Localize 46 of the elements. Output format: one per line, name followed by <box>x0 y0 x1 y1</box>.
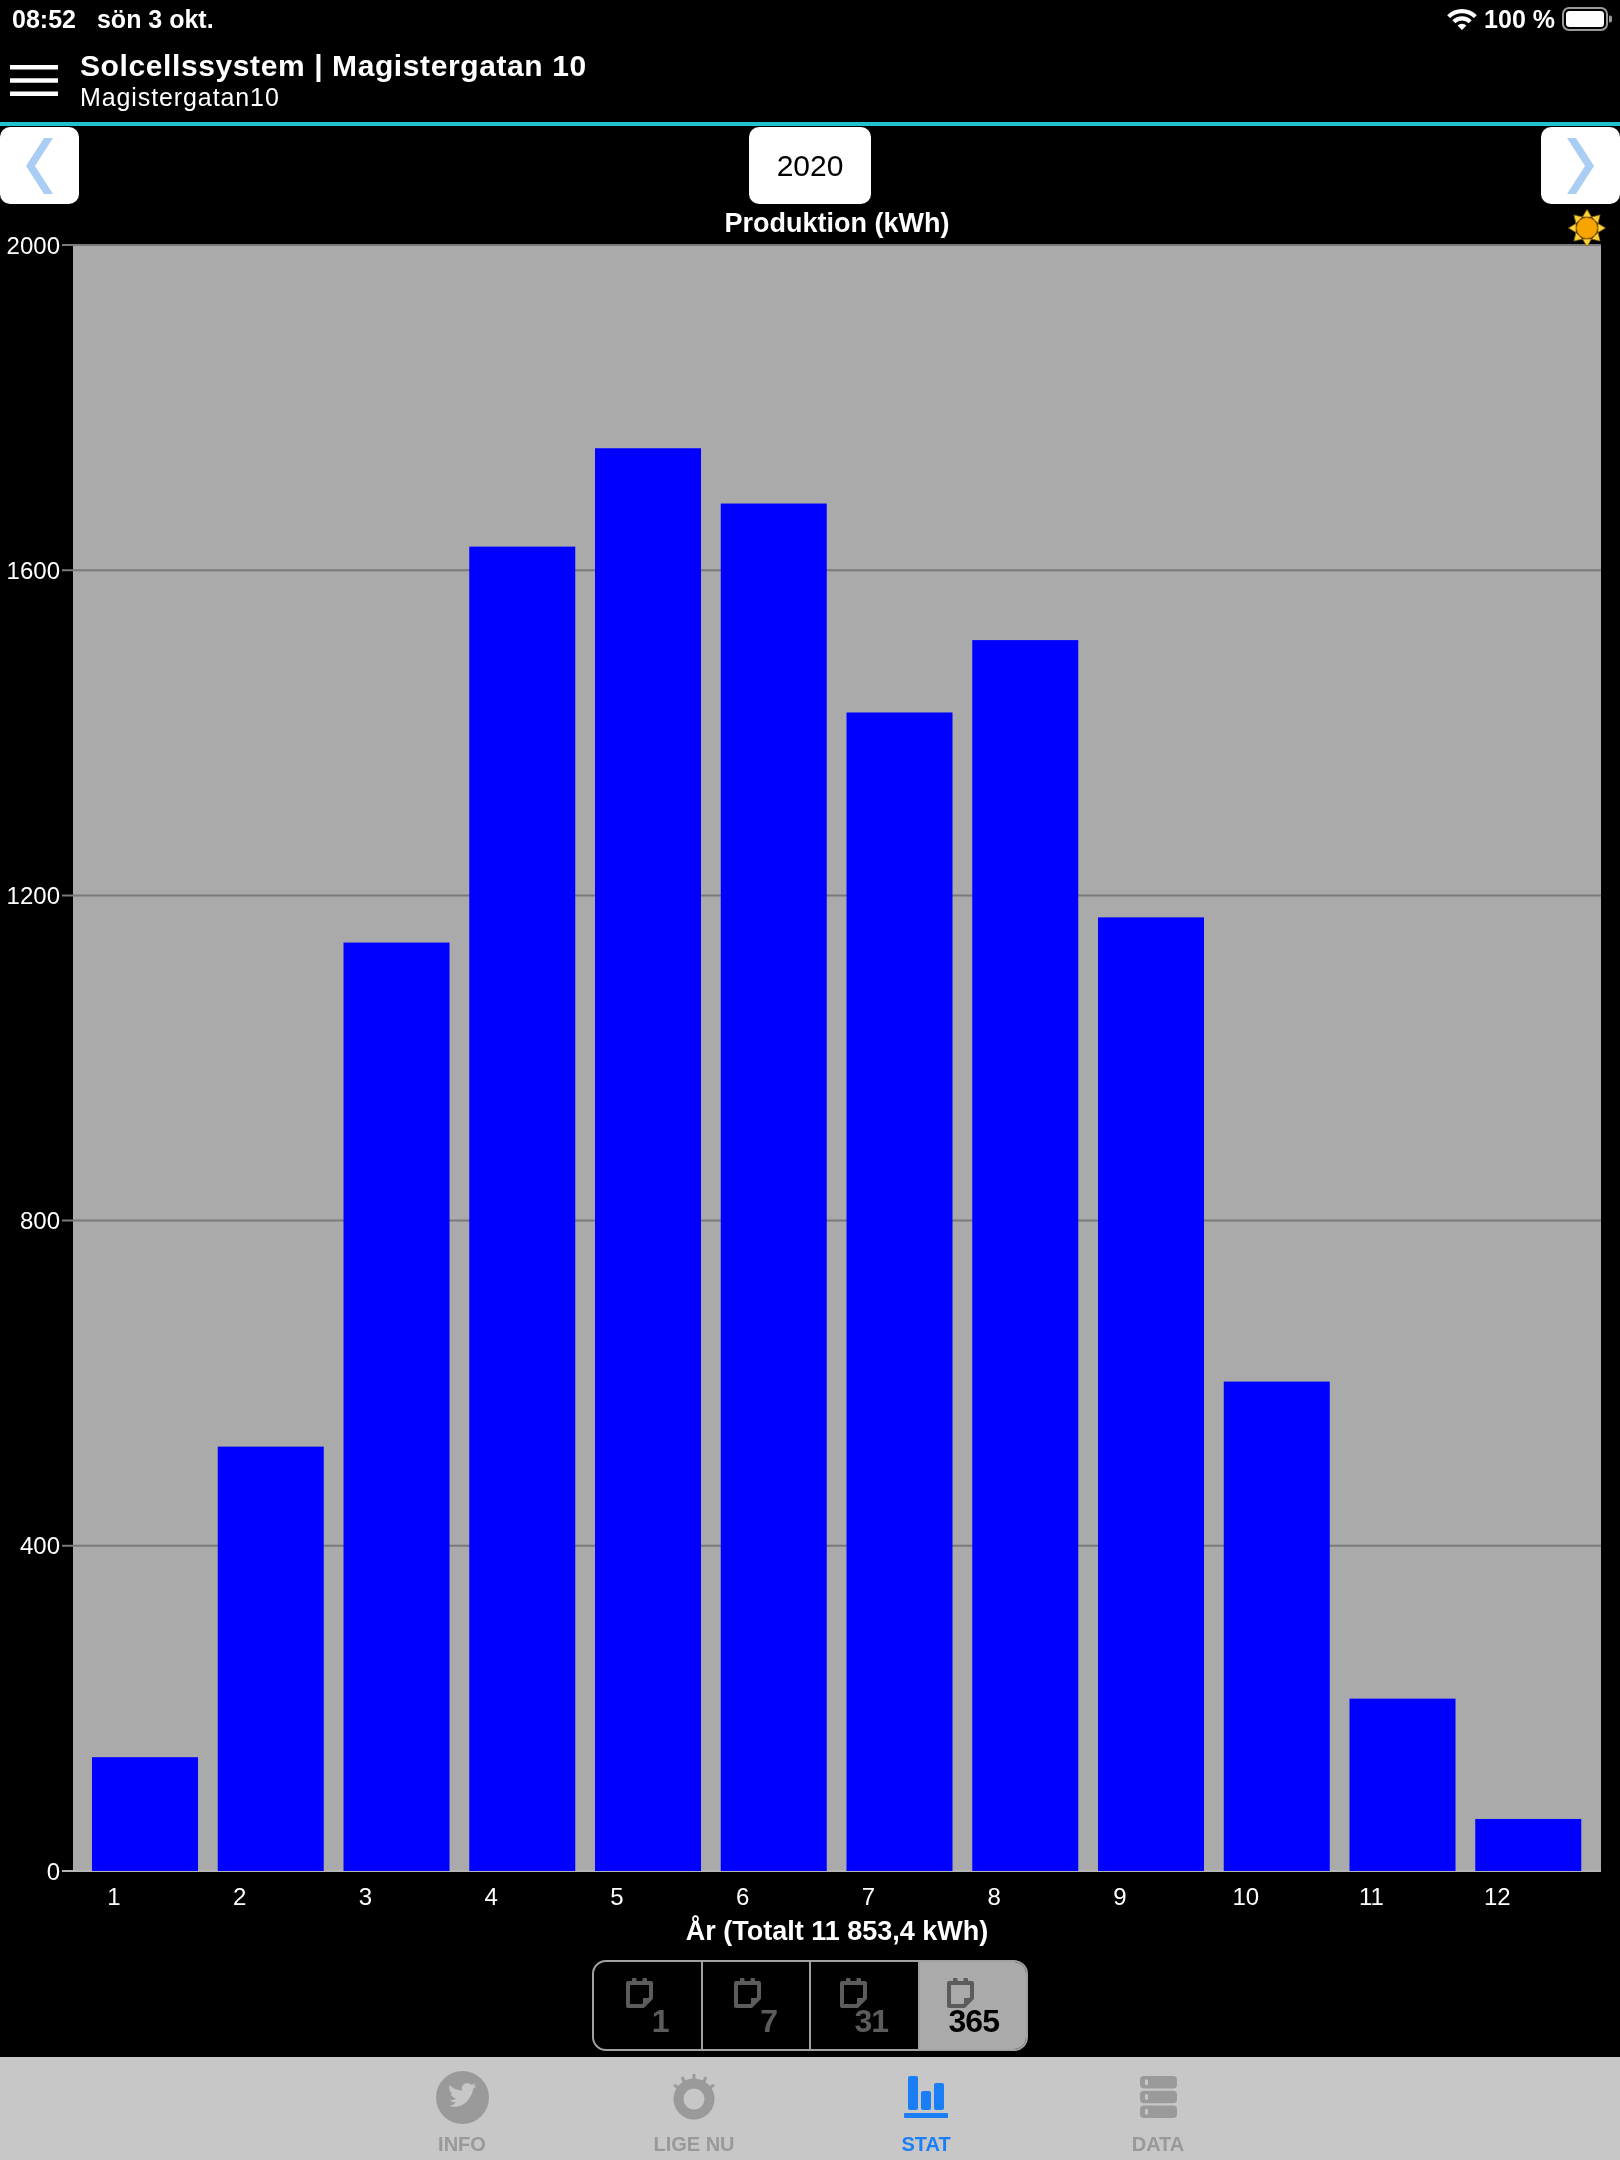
x-axis-label: 7 <box>861 1883 876 1910</box>
x-axis-title: År (Totalt 11 853,4 kWh) <box>685 1916 989 1946</box>
y-axis-label: 1600 <box>6 556 60 584</box>
bird-icon <box>435 2070 489 2124</box>
x-axis-label: 9 <box>1113 1883 1127 1910</box>
server-icon <box>1139 2076 1177 2118</box>
y-axis-label: 2000 <box>6 231 60 259</box>
y-axis-label: 0 <box>46 1857 60 1885</box>
x-axis-label: 12 <box>1483 1883 1511 1910</box>
x-axis-label: 10 <box>1232 1883 1260 1910</box>
dial-icon <box>671 2074 717 2120</box>
x-axis-label: 3 <box>358 1883 373 1910</box>
status-date: sön 3 okt. <box>96 4 214 34</box>
year-button[interactable]: 2020 <box>749 127 871 204</box>
y-axis-label: 400 <box>19 1532 60 1560</box>
tab-item[interactable]: STAT <box>810 2057 1042 2160</box>
range-segment[interactable]: 365 <box>917 1962 1026 2049</box>
app-title: Solcellssystem | Magistergatan 10 <box>80 48 587 83</box>
battery-icon <box>1562 7 1612 31</box>
calendar-icon <box>625 1977 653 2008</box>
next-button[interactable] <box>1541 127 1620 204</box>
sun-icon <box>1568 209 1606 247</box>
previous-button[interactable] <box>0 127 79 204</box>
app-subtitle: Magistergatan10 <box>80 82 280 112</box>
battery-percentage: 100 % <box>1484 4 1555 34</box>
calendar-icon <box>734 1977 762 2008</box>
chevron-left-icon <box>26 137 53 194</box>
wifi-icon <box>1447 8 1478 30</box>
x-axis-label: 5 <box>610 1883 624 1910</box>
y-axis-label: 1200 <box>6 881 60 909</box>
x-axis-label: 1 <box>107 1883 121 1910</box>
x-axis-label: 4 <box>484 1883 498 1910</box>
x-axis-label: 11 <box>1359 1883 1384 1910</box>
bar-chart-icon <box>904 2076 948 2118</box>
chevron-right-icon <box>1567 137 1594 194</box>
y-axis-label: 800 <box>19 1207 60 1235</box>
calendar-icon <box>946 1977 974 2008</box>
range-segment[interactable]: 7 <box>700 1962 809 2049</box>
status-time: 08:52 <box>12 4 76 34</box>
x-axis-label: 2 <box>233 1883 247 1910</box>
calendar-icon <box>840 1977 868 2008</box>
chart-title: Produktion (kWh) <box>724 208 950 238</box>
range-segment[interactable]: 1 <box>594 1962 701 2049</box>
x-axis-label: 6 <box>736 1883 750 1910</box>
x-axis-label: 8 <box>987 1883 1001 1910</box>
menu-icon[interactable] <box>10 64 58 96</box>
